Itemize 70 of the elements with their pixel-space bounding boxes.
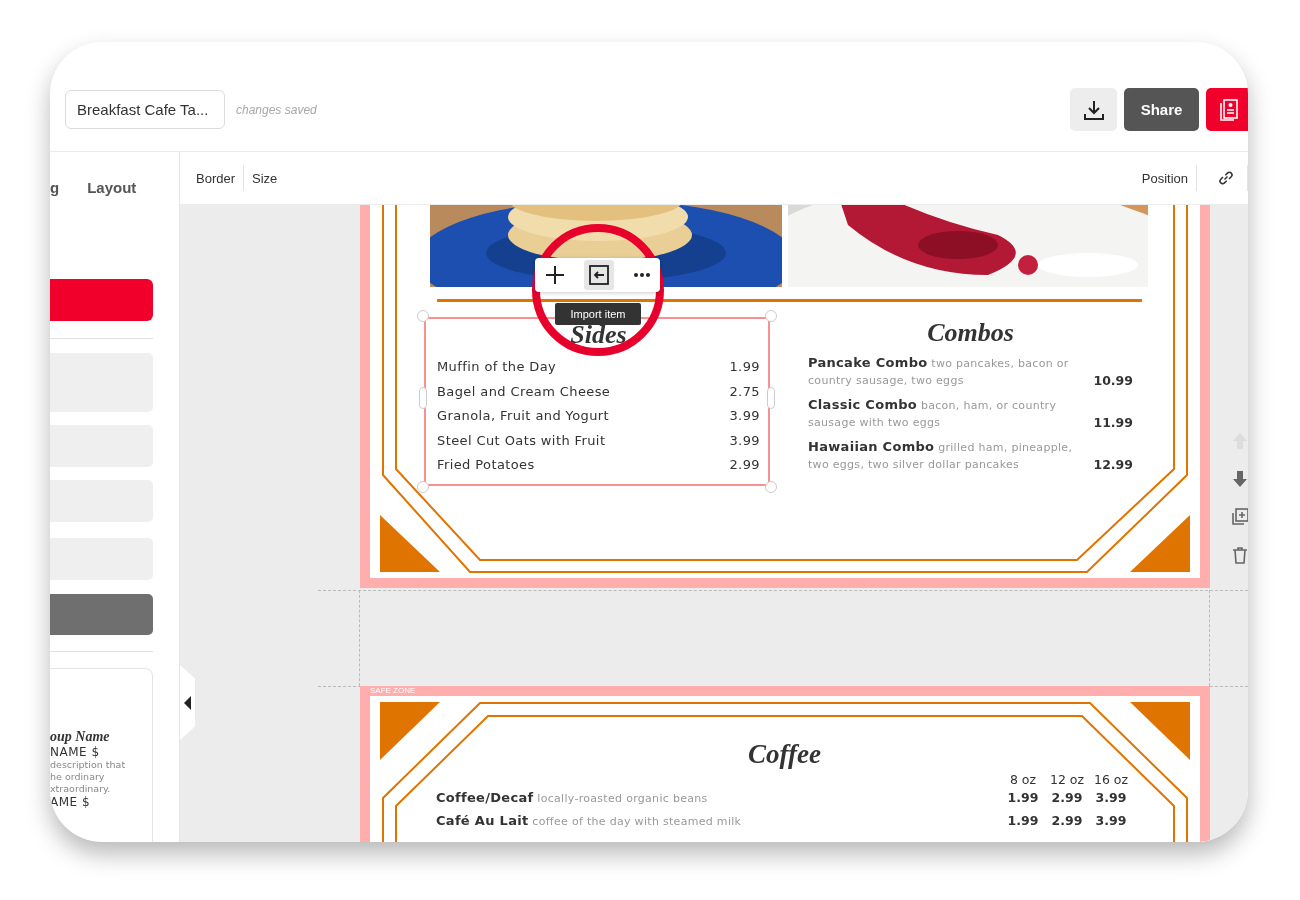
add-icon[interactable]: [544, 264, 567, 286]
item-name: Muffin of the Day: [437, 358, 557, 376]
size-label: 8 oz: [1008, 772, 1038, 787]
trash-icon[interactable]: [1230, 545, 1248, 565]
more-icon[interactable]: [632, 272, 651, 278]
size-label: 16 oz: [1092, 772, 1130, 787]
item-price: 3.99: [729, 407, 760, 425]
item-description: description that: [50, 759, 127, 771]
save-status: changes saved: [236, 102, 317, 117]
import-button[interactable]: [584, 260, 615, 290]
item-description: Hawaiian Combo grilled ham, pineapple, two eggs, two silver dollar pancakes: [808, 438, 1074, 473]
size-label: 12 oz: [1048, 772, 1086, 787]
item-price: 12.99: [1093, 456, 1133, 473]
download-icon: [1082, 98, 1105, 121]
resize-handle[interactable]: [765, 480, 777, 493]
item-name: Granola, Fruit and Yogurt: [437, 407, 610, 425]
item-price: 3.99: [1094, 789, 1128, 807]
caret-icon: [184, 695, 191, 710]
item-description: he ordinary: [50, 771, 106, 783]
item-price: 2.99: [1050, 789, 1084, 807]
item-name: Steel Cut Oats with Fruit: [437, 431, 606, 450]
section-heading: Coffee: [747, 738, 822, 770]
action-button[interactable]: [50, 594, 153, 635]
item-price: 2.99: [1050, 812, 1084, 830]
resize-handle[interactable]: [765, 310, 777, 322]
item-description: Pancake Combo two pancakes, bacon or country sausage, two eggs: [808, 354, 1070, 389]
item-price: 1.99: [1006, 789, 1040, 807]
sidebar-tab[interactable]: Layout: [87, 179, 137, 201]
item-price: 11.99: [1093, 414, 1133, 431]
item-name: NAME $: [50, 745, 101, 759]
item-price: 10.99: [1093, 372, 1133, 389]
safe-zone-label: SAFE ZONE: [370, 686, 416, 696]
position-tab[interactable]: Position: [1133, 170, 1196, 186]
option-panel[interactable]: [50, 538, 153, 580]
item-name: AME $: [50, 795, 92, 809]
item-price: 1.99: [1006, 812, 1040, 830]
download-button[interactable]: [1070, 88, 1117, 131]
item-description: xtraordinary.: [50, 783, 112, 795]
resize-handle[interactable]: [417, 310, 429, 322]
arrow-down-icon[interactable]: [1230, 469, 1248, 489]
item-price: 2.99: [729, 456, 760, 474]
item-price: 3.99: [729, 431, 760, 450]
tooltip: Import item: [555, 303, 641, 325]
link-icon[interactable]: [1217, 169, 1235, 187]
resize-handle[interactable]: [419, 387, 427, 409]
template-card[interactable]: oup Name NAME $ description that he ordinary xtraordinary. AME $: [50, 668, 153, 842]
title-field[interactable]: Breakfast Cafe Ta...: [65, 90, 225, 129]
item-description: Café Au Lait coffee of the day with steamed milk: [436, 812, 743, 830]
option-panel[interactable]: [50, 353, 153, 412]
action-button[interactable]: [50, 279, 153, 321]
resize-handle[interactable]: [417, 480, 429, 493]
item-name: Fried Potatoes: [437, 456, 535, 474]
section-heading: Combos: [926, 317, 1015, 349]
item-description: Classic Combo bacon, ham, or country sausage with two eggs: [808, 396, 1058, 431]
share-button[interactable]: Share: [1124, 88, 1199, 131]
item-name: Bagel and Cream Cheese: [437, 382, 611, 401]
document-icon: [1218, 97, 1240, 122]
group-name: oup Name: [50, 729, 111, 745]
item-price: 1.99: [729, 358, 760, 376]
item-price: 3.99: [1094, 812, 1128, 830]
resize-handle[interactable]: [767, 387, 775, 409]
import-icon: [588, 264, 611, 286]
sidebar-tab[interactable]: g: [50, 179, 60, 201]
item-price: 2.75: [729, 382, 760, 401]
option-panel[interactable]: [50, 480, 153, 522]
duplicate-icon[interactable]: [1230, 507, 1248, 527]
size-tab[interactable]: Size: [244, 170, 286, 186]
option-panel[interactable]: [50, 425, 153, 467]
border-tab[interactable]: Border: [180, 170, 244, 186]
item-description: Coffee/Decaf locally-roasted organic beans: [436, 789, 709, 807]
